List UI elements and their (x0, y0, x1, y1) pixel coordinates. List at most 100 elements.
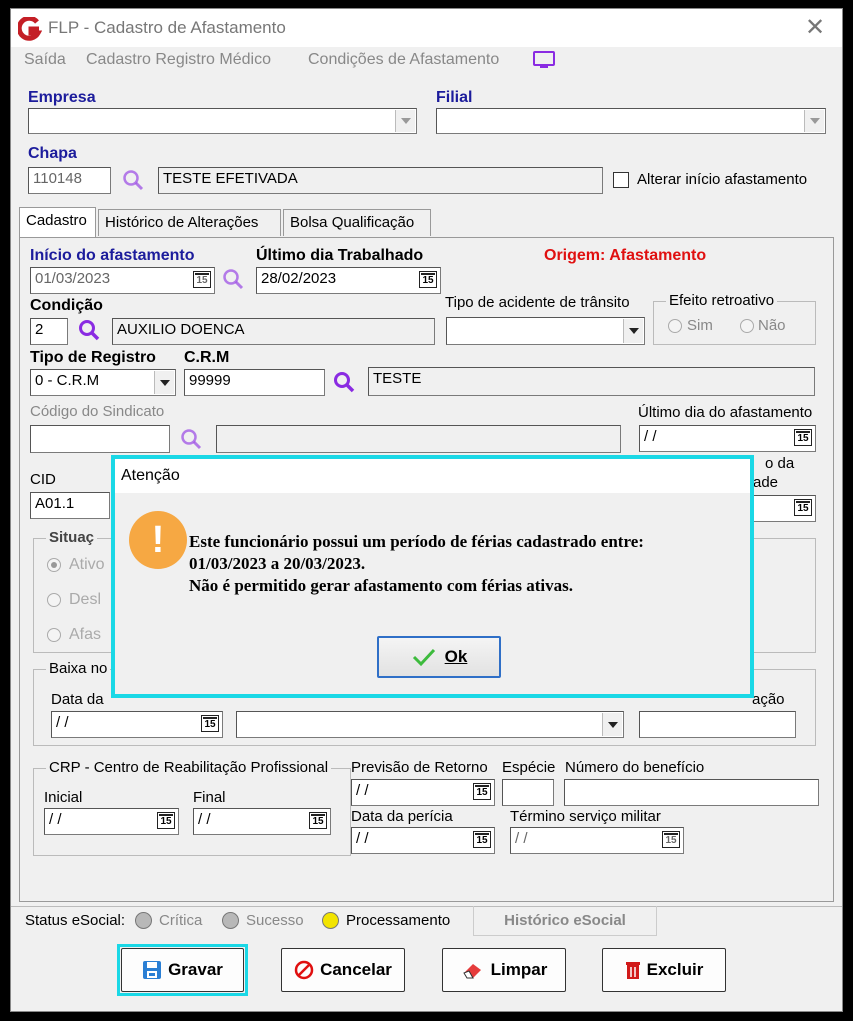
main-window: FLP - Cadastro de Afastamento ✕ Saída Ca… (10, 8, 843, 1012)
especie-input[interactable] (502, 779, 554, 806)
status-processamento-label: Processamento (346, 912, 451, 929)
calendar-icon[interactable]: 15 (473, 783, 491, 800)
search-icon[interactable] (332, 370, 356, 394)
search-icon[interactable] (221, 267, 245, 291)
cid-input[interactable]: A01.1 (30, 492, 110, 519)
ultimo-trabalhado-input[interactable]: 28/02/2023 15 (256, 267, 441, 294)
origem-label: Origem: Afastamento (544, 247, 707, 264)
calendar-icon[interactable]: 15 (157, 812, 175, 829)
alterar-inicio-label: Alterar início afastamento (637, 171, 808, 188)
termino-militar-input[interactable]: / /15 (510, 827, 684, 854)
app-logo-icon (18, 17, 42, 41)
calendar-icon[interactable]: 15 (193, 271, 211, 288)
search-icon[interactable] (179, 427, 203, 451)
calendar-icon[interactable]: 15 (794, 429, 812, 446)
crp-inicial-input[interactable]: / /15 (44, 808, 179, 835)
data-baixa-label: Data da (51, 691, 104, 708)
menu-condicoes-afastamento[interactable]: Condições de Afastamento (308, 51, 499, 69)
window-title: FLP - Cadastro de Afastamento (48, 18, 286, 37)
calendar-icon[interactable]: 15 (419, 271, 437, 288)
limpar-button[interactable]: Limpar (442, 948, 566, 992)
chevron-down-icon[interactable] (395, 110, 415, 132)
calendar-icon[interactable]: 15 (309, 812, 327, 829)
chapa-input[interactable]: 110148 (28, 167, 111, 194)
calendar-icon[interactable]: 15 (201, 715, 219, 732)
crm-label: C.R.M (184, 349, 230, 366)
status-label: Status eSocial: (25, 912, 126, 929)
calendar-icon[interactable]: 15 (473, 831, 491, 848)
previsao-input[interactable]: / /15 (351, 779, 495, 806)
dialog-message: Este funcionário possui um período de fé… (189, 532, 644, 595)
gravar-button[interactable]: Gravar (121, 948, 244, 992)
ultimo-trabalhado-label: Último dia Trabalhado (256, 247, 424, 264)
calendar-icon[interactable]: 15 (794, 499, 812, 516)
inicio-input[interactable]: 01/03/2023 15 (30, 267, 215, 294)
tipo-registro-combo[interactable]: 0 - C.R.M (30, 369, 176, 396)
situacao-afas-radio[interactable] (47, 628, 61, 642)
num-beneficio-input[interactable] (564, 779, 819, 806)
tab-cadastro[interactable]: Cadastro (19, 207, 96, 237)
tab-bolsa-qualificacao[interactable]: Bolsa Qualificação (283, 209, 431, 236)
filial-label: Filial (436, 89, 473, 106)
baixa-extra-input[interactable] (639, 711, 796, 738)
checkmark-icon (412, 648, 435, 667)
chevron-down-icon[interactable] (602, 713, 622, 736)
menu-cadastro-registro-medico[interactable]: Cadastro Registro Médico (86, 51, 271, 69)
filial-combo[interactable] (436, 108, 826, 134)
title-bar: FLP - Cadastro de Afastamento ✕ (11, 9, 842, 47)
ultimo-afast-input[interactable]: / /15 (639, 425, 816, 452)
tab-historico-alteracoes[interactable]: Histórico de Alterações (98, 209, 281, 236)
tipo-acidente-label: Tipo de acidente de trânsito (445, 294, 630, 311)
previsao-label: Previsão de Retorno (351, 759, 488, 776)
tipo-acidente-combo[interactable] (446, 317, 645, 345)
menu-bar: Saída Cadastro Registro Médico Condições… (11, 47, 842, 75)
efeito-retroativo-group: Efeito retroativo Sim Não (653, 292, 816, 345)
data-pericia-input[interactable]: / /15 (351, 827, 495, 854)
historico-esocial-button[interactable]: Histórico eSocial (473, 906, 657, 936)
chevron-down-icon[interactable] (154, 371, 174, 394)
partial-label-ade: ade (753, 474, 779, 491)
efeito-sim-radio[interactable] (668, 319, 682, 333)
situacao-desl-radio[interactable] (47, 593, 61, 607)
chevron-down-icon[interactable] (623, 319, 643, 343)
termino-militar-label: Término serviço militar (510, 808, 661, 825)
calendar-icon[interactable]: 15 (662, 831, 680, 848)
search-icon[interactable] (121, 168, 145, 192)
alterar-inicio-checkbox[interactable] (613, 172, 629, 188)
efeito-nao-radio[interactable] (740, 319, 754, 333)
situacao-ativo-radio[interactable] (47, 558, 61, 572)
empresa-label: Empresa (28, 89, 96, 106)
partial-date-input[interactable]: 15 (753, 495, 816, 522)
empresa-combo[interactable] (28, 108, 417, 134)
inicio-label: Início do afastamento (30, 247, 195, 264)
chevron-down-icon[interactable] (804, 110, 824, 132)
motivo-baixa-combo[interactable] (236, 711, 624, 738)
crp-final-input[interactable]: / /15 (193, 808, 331, 835)
close-icon[interactable]: ✕ (801, 14, 829, 42)
warning-icon: ! (129, 511, 187, 569)
data-pericia-label: Data da perícia (351, 808, 453, 825)
sindicato-label: Código do Sindicato (30, 403, 165, 420)
esocial-status-bar: Status eSocial: Crítica Sucesso Processa… (11, 906, 842, 936)
excluir-button[interactable]: Excluir (602, 948, 726, 992)
crp-inicial-label: Inicial (44, 789, 83, 806)
cancel-icon (294, 960, 314, 980)
right-hidden-group (753, 538, 816, 653)
trash-icon (625, 962, 640, 979)
cancelar-button[interactable]: Cancelar (281, 948, 405, 992)
sindicato-desc-field (216, 425, 621, 453)
data-baixa-input[interactable]: / /15 (51, 711, 223, 738)
especie-label: Espécie (502, 759, 556, 776)
ok-button[interactable]: Ok (377, 636, 501, 678)
crm-input[interactable]: 99999 (184, 369, 325, 396)
condicao-code-input[interactable]: 2 (30, 318, 68, 345)
attention-dialog: Atenção ! Este funcionário possui um per… (111, 455, 754, 698)
condicao-label: Condição (30, 297, 103, 314)
chapa-label: Chapa (28, 145, 77, 162)
search-icon[interactable] (77, 318, 101, 342)
monitor-icon[interactable] (533, 51, 555, 69)
menu-saida[interactable]: Saída (24, 51, 66, 69)
crm-desc-field: TESTE (368, 367, 815, 396)
save-icon (143, 961, 162, 979)
sindicato-input[interactable] (30, 425, 170, 453)
